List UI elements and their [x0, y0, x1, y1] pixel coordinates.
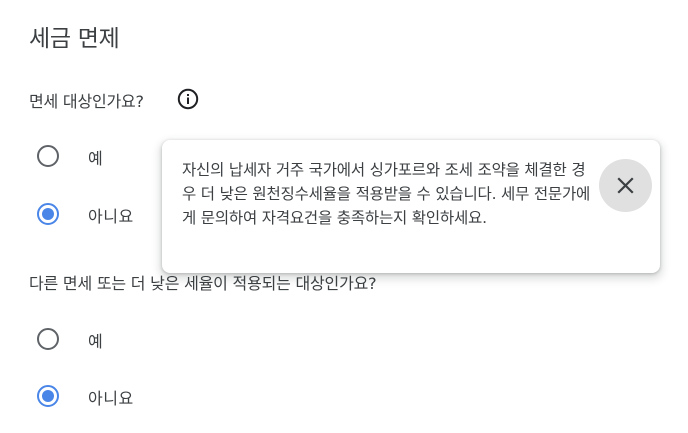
info-icon[interactable]	[177, 88, 199, 110]
radio-option-q2-yes[interactable]: 예	[37, 327, 103, 351]
radio-label: 예	[88, 149, 104, 168]
radio-button[interactable]	[37, 145, 59, 167]
radio-option-q1-no[interactable]: 아니요	[37, 202, 133, 226]
close-button[interactable]	[599, 159, 652, 212]
radio-label: 예	[88, 332, 104, 351]
tooltip-text: 자신의 납세자 거주 국가에서 싱가포르와 조세 조약을 체결한 경우 더 낮은…	[182, 161, 591, 227]
info-tooltip: 자신의 납세자 거주 국가에서 싱가포르와 조세 조약을 체결한 경우 더 낮은…	[162, 140, 660, 273]
radio-button-selected[interactable]	[37, 385, 59, 407]
question-exempt: 면세 대상인가요?	[29, 92, 144, 111]
section-title: 세금 면제	[29, 26, 120, 52]
radio-button[interactable]	[37, 328, 59, 350]
radio-button-selected[interactable]	[37, 203, 59, 225]
radio-option-q2-no[interactable]: 아니요	[37, 384, 133, 408]
radio-label: 아니요	[88, 389, 134, 408]
radio-label: 아니요	[88, 207, 134, 226]
radio-option-q1-yes[interactable]: 예	[37, 144, 103, 168]
close-icon	[617, 177, 634, 194]
question-reduced-rate: 다른 면세 또는 더 낮은 세율이 적용되는 대상인가요?	[29, 274, 377, 293]
tax-exemption-page: 세금 면제 면세 대상인가요? 예 아니요 다른 면세 또는 더 낮은 세율이 …	[0, 0, 688, 433]
